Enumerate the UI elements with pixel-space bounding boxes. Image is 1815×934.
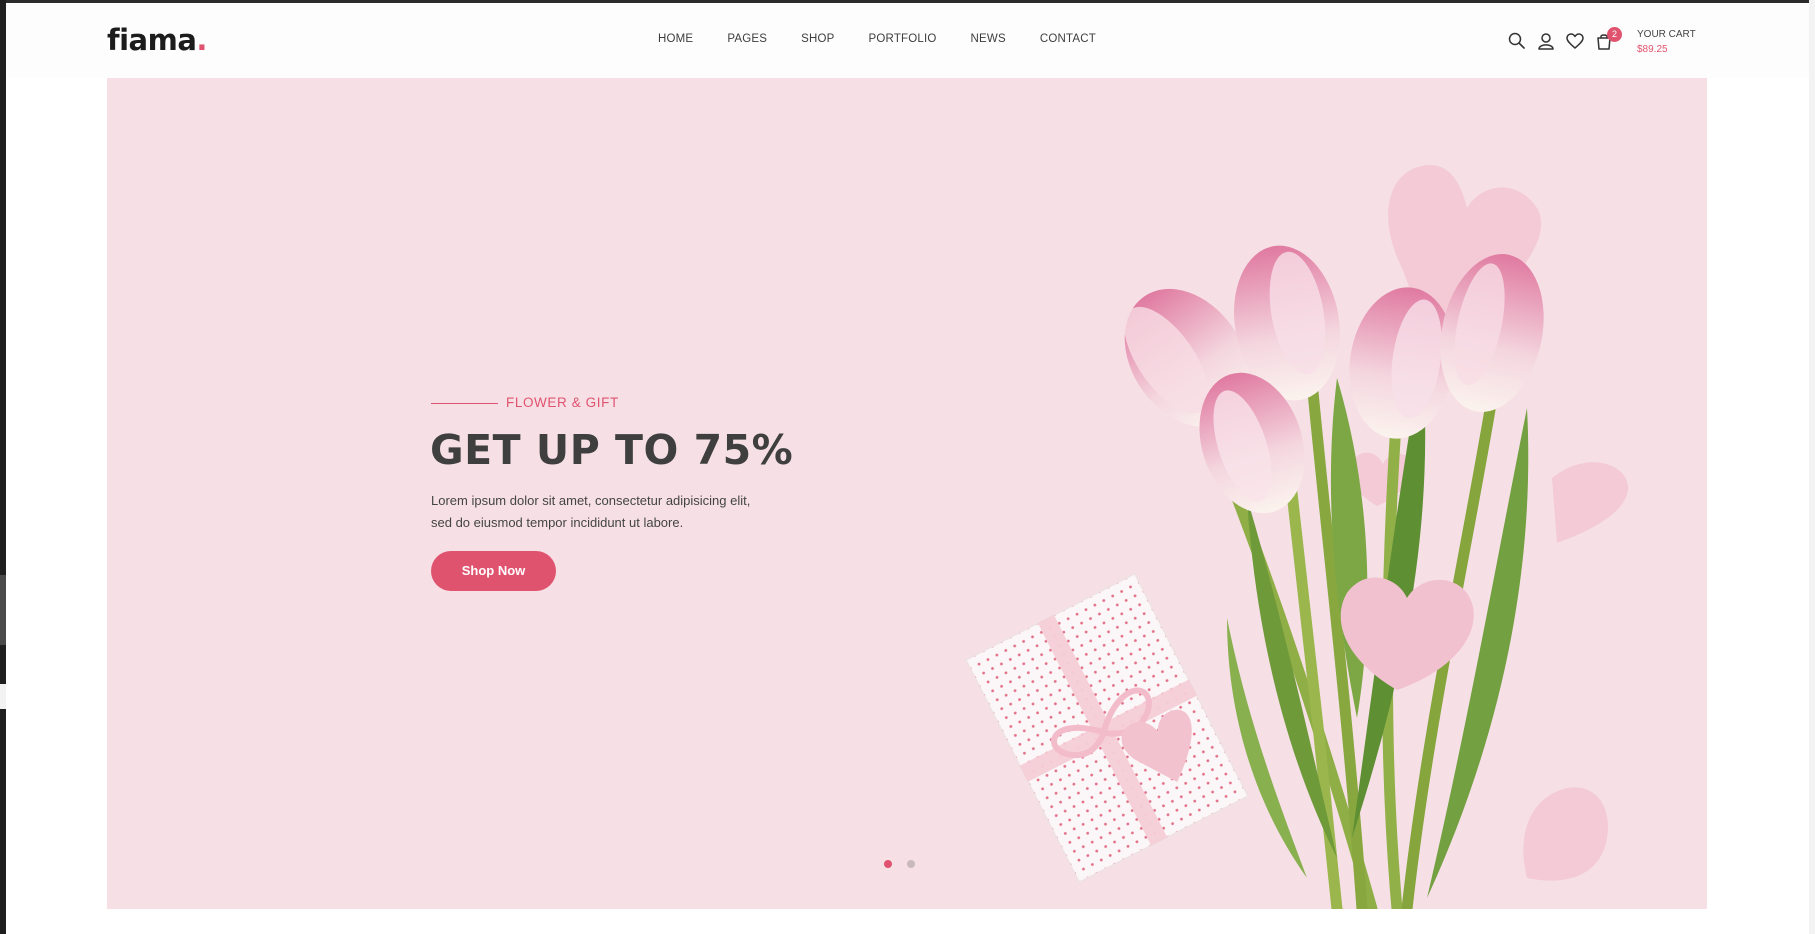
cart-total[interactable]: $89.25 — [1637, 44, 1668, 55]
window-left-border-detail — [0, 575, 6, 645]
tulip-blooms — [1124, 245, 1544, 514]
hero-eyebrow: FLOWER & GIFT — [506, 395, 619, 410]
nav-item-shop[interactable]: SHOP — [801, 33, 834, 45]
heart-icon[interactable] — [1565, 31, 1585, 51]
nav-item-home[interactable]: HOME — [658, 33, 693, 45]
main-nav: HOME PAGES SHOP PORTFOLIO NEWS CONTACT — [658, 33, 1130, 45]
window-left-border-detail — [0, 684, 6, 709]
cart-title[interactable]: YOUR CART — [1637, 29, 1696, 40]
site-header: fiama. HOME PAGES SHOP PORTFOLIO NEWS CO… — [6, 3, 1809, 78]
slider-dot-1[interactable] — [884, 860, 892, 868]
cart-count-badge: 2 — [1607, 27, 1622, 42]
hero-image-tulips-gift — [964, 165, 1629, 909]
logo[interactable]: fiama. — [107, 23, 207, 57]
nav-item-pages[interactable]: PAGES — [727, 33, 767, 45]
hero-description-line: sed do eiusmod tempor incididunt ut labo… — [431, 515, 684, 530]
hero-slider: FLOWER & GIFT GET UP TO 75% Lorem ipsum … — [107, 78, 1707, 909]
window-left-border — [0, 0, 6, 934]
hero-headline: GET UP TO 75% — [430, 426, 794, 474]
eyebrow-divider — [431, 403, 498, 404]
hero-description: Lorem ipsum dolor sit amet, consectetur … — [431, 490, 791, 534]
gift-box — [964, 572, 1250, 884]
user-icon[interactable] — [1536, 31, 1556, 51]
shop-now-button[interactable]: Shop Now — [431, 551, 556, 591]
nav-item-news[interactable]: NEWS — [971, 33, 1006, 45]
page-scrollbar[interactable] — [1809, 0, 1815, 934]
nav-item-portfolio[interactable]: PORTFOLIO — [869, 33, 937, 45]
hero-description-line: Lorem ipsum dolor sit amet, consectetur … — [431, 493, 751, 508]
search-icon[interactable] — [1507, 31, 1527, 51]
nav-item-contact[interactable]: CONTACT — [1040, 33, 1096, 45]
slider-dot-2[interactable] — [907, 860, 915, 868]
